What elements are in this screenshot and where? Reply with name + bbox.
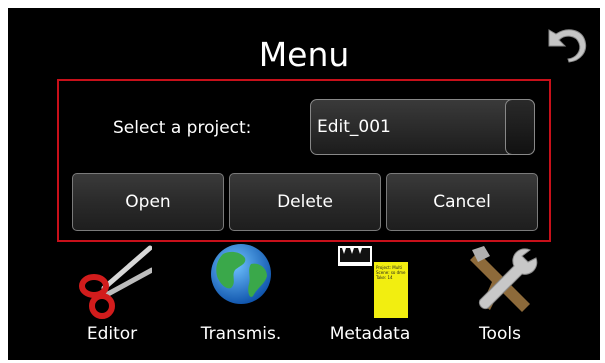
cancel-button[interactable]: Cancel (386, 173, 538, 231)
select-project-label: Select a project: (113, 118, 252, 138)
app-label-metadata: Metadata (329, 324, 411, 344)
project-select-value: Edit_001 (317, 117, 391, 137)
globe-icon (201, 244, 281, 320)
device-screen: Menu Select a project: Edit_001 Open Del… (8, 8, 600, 360)
undo-icon (548, 29, 587, 63)
back-button[interactable] (544, 24, 590, 64)
app-label-tools: Tools (479, 324, 521, 344)
open-button[interactable]: Open (72, 173, 224, 231)
app-label-editor: Editor (86, 324, 138, 344)
wrench-hammer-icon (460, 244, 540, 320)
app-metadata[interactable]: Project: Multi Scene: so dme Take: 14 Me… (315, 244, 425, 356)
app-editor[interactable]: Editor (57, 244, 167, 356)
project-select[interactable]: Edit_001 (310, 99, 535, 155)
app-transmission[interactable]: Transmis. (186, 244, 296, 356)
dropdown-button[interactable] (505, 99, 535, 155)
delete-button[interactable]: Delete (229, 173, 381, 231)
project-dialog: Select a project: Edit_001 Open Delete C… (57, 79, 551, 242)
page-title: Menu (258, 35, 350, 74)
scissors-icon (72, 244, 155, 320)
metadata-note-line: Take: 14 (375, 275, 393, 280)
clapperboard-note-icon: Project: Multi Scene: so dme Take: 14 (330, 244, 410, 320)
app-label-transmission: Transmis. (200, 324, 282, 344)
app-tools[interactable]: Tools (445, 244, 555, 356)
